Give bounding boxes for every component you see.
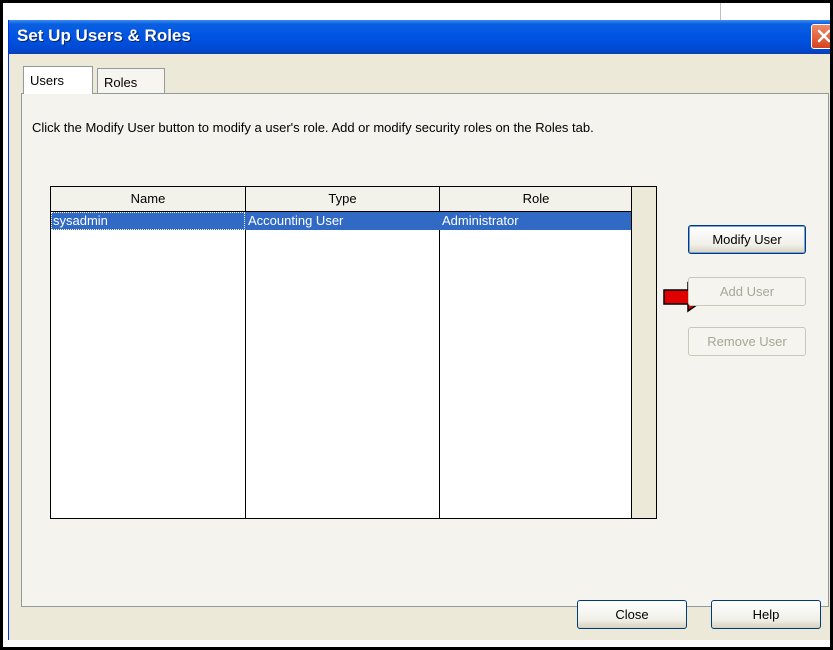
column-header-name[interactable]: Name <box>51 187 246 211</box>
tab-roles[interactable]: Roles <box>97 68 165 94</box>
users-table[interactable]: Name Type Role sysadmin Accounting User … <box>50 186 657 519</box>
column-divider <box>245 211 246 518</box>
table-row[interactable]: sysadmin Accounting User Administrator <box>51 212 632 230</box>
remove-user-button[interactable]: Remove User <box>688 327 806 356</box>
users-tab-panel: Click the Modify User button to modify a… <box>21 93 829 607</box>
modify-user-button[interactable]: Modify User <box>688 225 806 254</box>
dialog-window: Set Up Users & Roles Users Roles Click t… <box>8 20 833 640</box>
close-icon <box>817 29 831 43</box>
cell-name: sysadmin <box>51 212 245 230</box>
column-divider <box>439 211 440 518</box>
title-bar: Set Up Users & Roles <box>9 20 833 54</box>
tab-users[interactable]: Users <box>23 66 93 94</box>
background-window <box>720 0 833 20</box>
help-button[interactable]: Help <box>711 600 821 629</box>
window-title: Set Up Users & Roles <box>17 26 191 45</box>
instructions-text: Click the Modify User button to modify a… <box>32 120 594 135</box>
column-header-type[interactable]: Type <box>246 187 440 211</box>
add-user-button[interactable]: Add User <box>688 277 806 306</box>
cell-role: Administrator <box>442 213 519 228</box>
close-button[interactable]: Close <box>577 600 687 629</box>
close-window-button[interactable] <box>811 24 833 49</box>
cell-type: Accounting User <box>248 213 344 228</box>
table-header: Name Type Role <box>51 187 633 212</box>
table-side-strip <box>631 187 656 518</box>
column-header-role[interactable]: Role <box>440 187 633 211</box>
